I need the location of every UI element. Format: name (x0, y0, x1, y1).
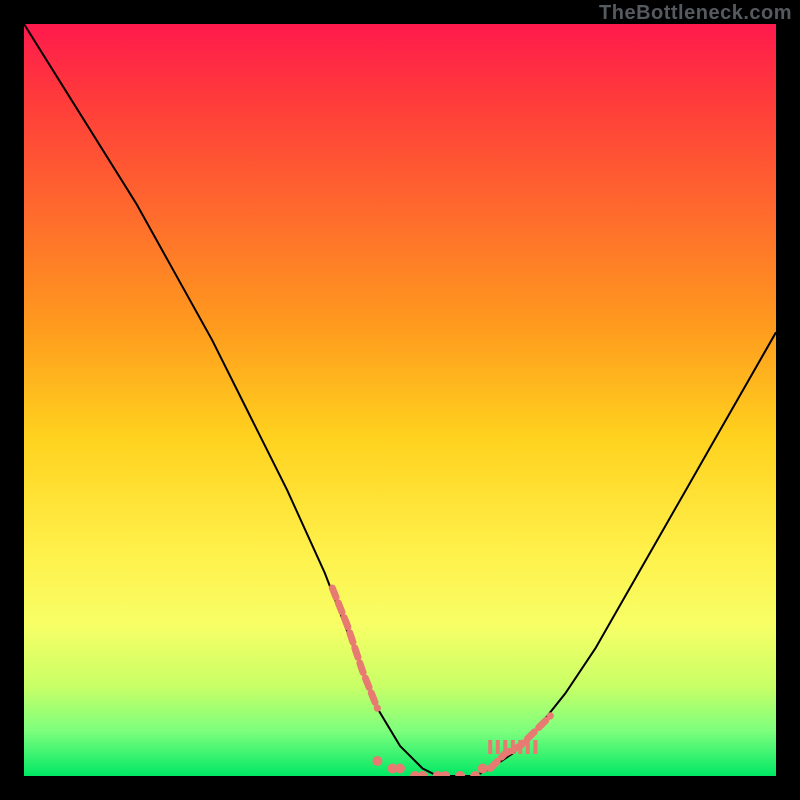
attribution-label: TheBottleneck.com (599, 2, 792, 25)
chart-frame: TheBottleneck.com (0, 0, 800, 800)
chart-svg (24, 24, 776, 776)
chart-curve (24, 24, 776, 776)
chart-markers (332, 588, 550, 776)
